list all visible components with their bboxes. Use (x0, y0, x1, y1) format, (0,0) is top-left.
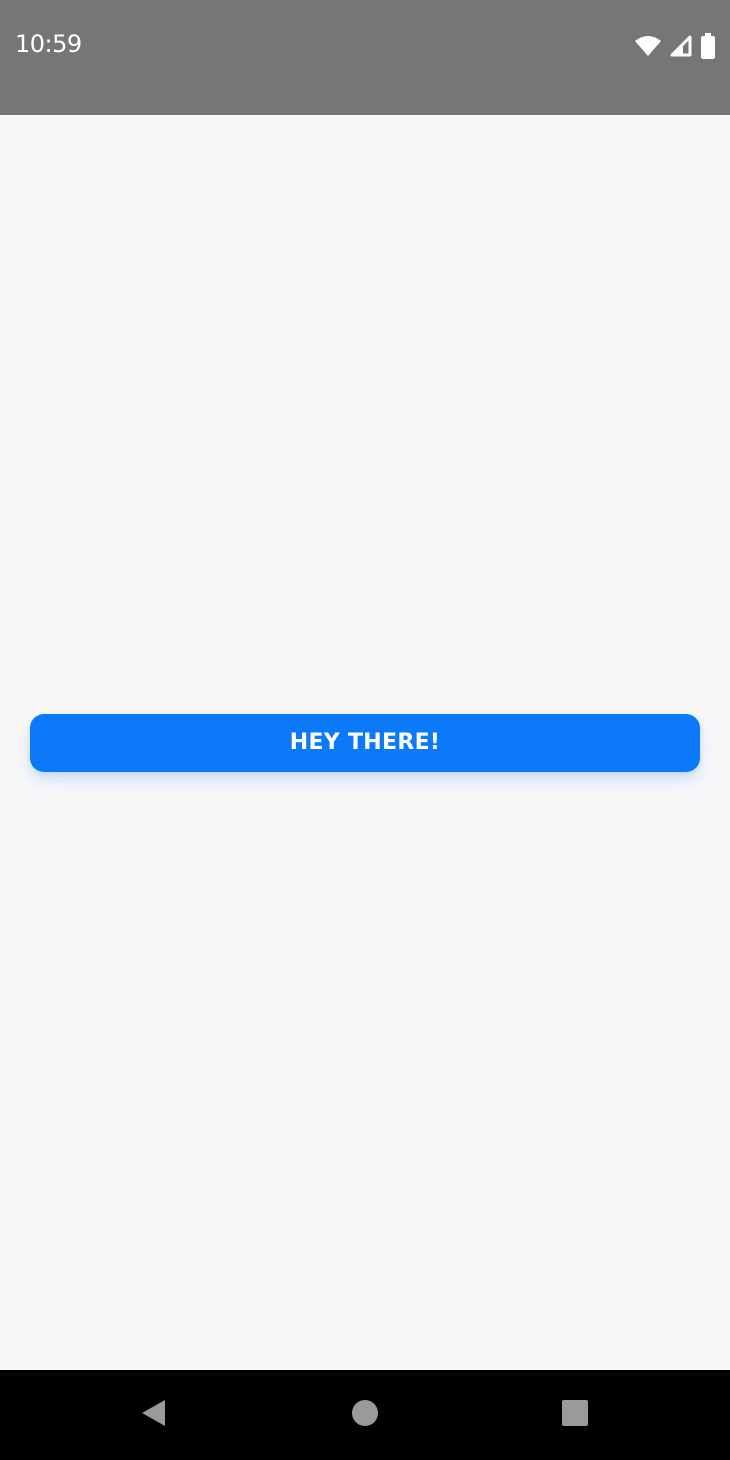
hey-there-button[interactable]: HEY THERE! (30, 714, 700, 772)
recents-icon (561, 1399, 589, 1432)
battery-icon (700, 33, 716, 59)
back-button[interactable] (135, 1397, 171, 1433)
status-time: 10:59 (15, 30, 82, 58)
back-icon (139, 1398, 167, 1433)
main-content: HEY THERE! (0, 115, 730, 1370)
status-icons (634, 30, 716, 62)
cellular-signal-icon (670, 35, 692, 57)
home-icon (351, 1399, 379, 1432)
wifi-icon (634, 35, 662, 57)
recents-button[interactable] (557, 1397, 593, 1433)
home-button[interactable] (347, 1397, 383, 1433)
status-bar: 10:59 (0, 0, 730, 115)
navigation-bar (0, 1370, 730, 1460)
app-screen: 10:59 HEY THERE! (0, 0, 730, 1460)
